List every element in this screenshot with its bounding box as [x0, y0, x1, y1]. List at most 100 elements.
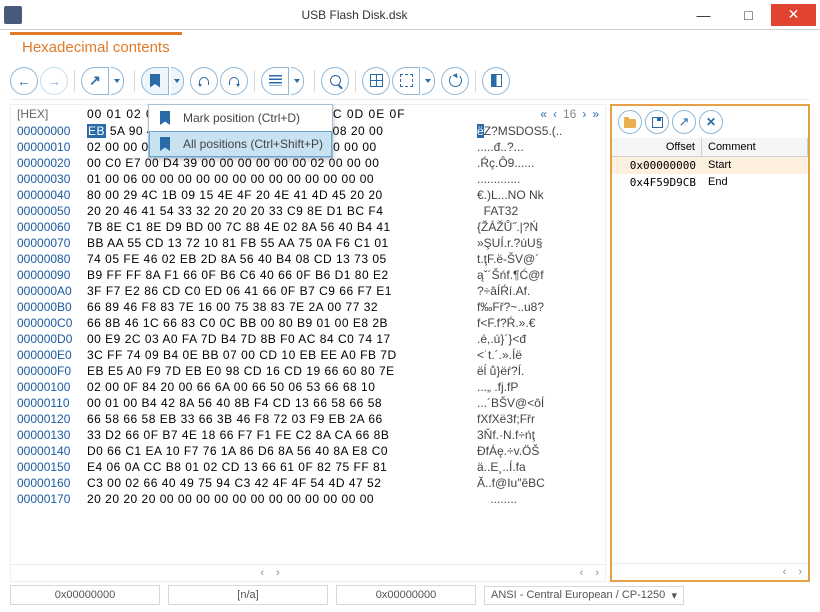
- hex-bytes[interactable]: E4 06 0A CC B8 01 02 CD 13 66 61 0F 82 7…: [87, 459, 469, 475]
- bookmark-row[interactable]: 0x4F59D9CBEnd: [612, 174, 808, 191]
- nav-forward-button[interactable]: →: [40, 67, 68, 95]
- hex-bytes[interactable]: 7B 8E C1 8E D9 BD 00 7C 88 4E 02 8A 56 4…: [87, 219, 469, 235]
- clear-bookmarks-button[interactable]: ✕: [699, 110, 723, 134]
- hex-row[interactable]: 000000C066 8B 46 1C 66 83 C0 0C BB 00 80…: [17, 315, 599, 331]
- search-button[interactable]: [321, 67, 349, 95]
- hex-ascii[interactable]: ...´BŠV@<ôÍ: [469, 395, 599, 411]
- next-mark-button[interactable]: [220, 67, 248, 95]
- view-button[interactable]: [392, 67, 420, 95]
- hex-row[interactable]: 0000017020 20 20 20 00 00 00 00 00 00 00…: [17, 491, 599, 507]
- export-bookmarks-button[interactable]: ↗: [672, 110, 696, 134]
- hex-row[interactable]: 00000150E4 06 0A CC B8 01 02 CD 13 66 61…: [17, 459, 599, 475]
- hex-ascii[interactable]: ........: [469, 491, 599, 507]
- hex-row[interactable]: 0000008074 05 FE 46 02 EB 2D 8A 56 40 B4…: [17, 251, 599, 267]
- page-first-button[interactable]: «: [540, 107, 547, 121]
- open-bookmarks-button[interactable]: [618, 110, 642, 134]
- bookmark-row[interactable]: 0x00000000Start: [612, 157, 808, 174]
- hex-ascii[interactable]: f‰Fř?~..u8?: [469, 299, 599, 315]
- hex-ascii[interactable]: ëZ?MSDOS5.(..: [469, 123, 599, 139]
- hex-bytes[interactable]: EB E5 A0 F9 7D EB E0 98 CD 16 CD 19 66 6…: [87, 363, 469, 379]
- hex-bytes[interactable]: BB AA 55 CD 13 72 10 81 FB 55 AA 75 0A F…: [87, 235, 469, 251]
- side-scroll[interactable]: ‹›: [612, 563, 808, 580]
- hex-ascii[interactable]: €.)L...NO Nk: [469, 187, 599, 203]
- hex-ascii[interactable]: t.ţF.ë-ŠV@´: [469, 251, 599, 267]
- hex-row[interactable]: 000000B066 89 46 F8 83 7E 16 00 75 38 83…: [17, 299, 599, 315]
- hex-ascii[interactable]: ąˇ´Šńf.¶Ć@f: [469, 267, 599, 283]
- minimize-button[interactable]: —: [681, 4, 726, 26]
- maximize-button[interactable]: □: [726, 4, 771, 26]
- grid-button[interactable]: [362, 67, 390, 95]
- hex-bytes[interactable]: 00 E9 2C 03 A0 FA 7D B4 7D 8B F0 AC 84 C…: [87, 331, 469, 347]
- toggle-panel-button[interactable]: [482, 67, 510, 95]
- hex-row[interactable]: 000000E03C FF 74 09 B4 0E BB 07 00 CD 10…: [17, 347, 599, 363]
- hex-body[interactable]: 00000000EB 5A 90 4D 53 44 4F 53 35 2E 30…: [11, 123, 605, 564]
- col-comment[interactable]: Comment: [702, 138, 808, 156]
- hscroll-right[interactable]: ‹›: [580, 567, 599, 579]
- save-bookmarks-button[interactable]: [645, 110, 669, 134]
- hex-ascii[interactable]: .............: [469, 171, 599, 187]
- goto-button[interactable]: ↗: [81, 67, 109, 95]
- tab-hex-contents[interactable]: Hexadecimal contents: [10, 32, 182, 62]
- hex-bytes[interactable]: 74 05 FE 46 02 EB 2D 8A 56 40 B4 08 CD 1…: [87, 251, 469, 267]
- hex-row[interactable]: 0000010002 00 0F 84 20 00 66 6A 00 66 50…: [17, 379, 599, 395]
- hex-ascii[interactable]: FAT32: [469, 203, 599, 219]
- hex-bytes[interactable]: 3C FF 74 09 B4 0E BB 07 00 CD 10 EB EE A…: [87, 347, 469, 363]
- hex-row[interactable]: 00000070BB AA 55 CD 13 72 10 81 FB 55 AA…: [17, 235, 599, 251]
- hex-bytes[interactable]: 01 00 06 00 00 00 00 00 00 00 00 00 00 0…: [87, 171, 469, 187]
- hex-row[interactable]: 000000F0EB E5 A0 F9 7D EB E0 98 CD 16 CD…: [17, 363, 599, 379]
- page-last-button[interactable]: »: [592, 107, 599, 121]
- refresh-button[interactable]: [441, 67, 469, 95]
- nav-back-button[interactable]: ←: [10, 67, 38, 95]
- encoding-combo[interactable]: ANSI - Central European / CP-1250 ▾: [484, 586, 684, 605]
- hex-bytes[interactable]: C3 00 02 66 40 49 75 94 C3 42 4F 4F 54 4…: [87, 475, 469, 491]
- hex-bytes[interactable]: B9 FF FF 8A F1 66 0F B6 C6 40 66 0F B6 D…: [87, 267, 469, 283]
- hex-row[interactable]: 0000005020 20 46 41 54 33 32 20 20 20 33…: [17, 203, 599, 219]
- goto-dropdown[interactable]: [111, 67, 124, 95]
- hex-ascii[interactable]: Ă..f@Iu″êBC: [469, 475, 599, 491]
- hex-ascii[interactable]: {ŽÁŽŮ˝.|?Ń: [469, 219, 599, 235]
- hex-row[interactable]: 0000003001 00 06 00 00 00 00 00 00 00 00…: [17, 171, 599, 187]
- hex-bytes[interactable]: 02 00 0F 84 20 00 66 6A 00 66 50 06 53 6…: [87, 379, 469, 395]
- hex-bytes[interactable]: 33 D2 66 0F B7 4E 18 66 F7 F1 FE C2 8A C…: [87, 427, 469, 443]
- hex-ascii[interactable]: .é,.ú}´}<đ: [469, 331, 599, 347]
- hex-ascii[interactable]: .....đ..?...: [469, 139, 599, 155]
- hex-ascii[interactable]: 3Ňf.·N.f÷ńţ: [469, 427, 599, 443]
- close-button[interactable]: ✕: [771, 4, 816, 26]
- col-offset[interactable]: Offset: [612, 138, 702, 156]
- hex-row[interactable]: 0000011000 01 00 B4 42 8A 56 40 8B F4 CD…: [17, 395, 599, 411]
- hex-ascii[interactable]: ...„ .fj.fP: [469, 379, 599, 395]
- hex-bytes[interactable]: 66 8B 46 1C 66 83 C0 0C BB 00 80 B9 01 0…: [87, 315, 469, 331]
- view-dropdown[interactable]: [422, 67, 435, 95]
- list-dropdown[interactable]: [291, 67, 304, 95]
- hex-bytes[interactable]: 20 20 20 20 00 00 00 00 00 00 00 00 00 0…: [87, 491, 469, 507]
- hex-row[interactable]: 0000013033 D2 66 0F B7 4E 18 66 F7 F1 FE…: [17, 427, 599, 443]
- list-button[interactable]: [261, 67, 289, 95]
- hscroll-left[interactable]: ‹›: [260, 567, 279, 579]
- bookmark-dropdown[interactable]: [171, 67, 184, 95]
- menu-mark-position[interactable]: Mark position (Ctrl+D): [149, 105, 332, 131]
- hex-bytes[interactable]: 66 89 46 F8 83 7E 16 00 75 38 83 7E 2A 0…: [87, 299, 469, 315]
- page-next-button[interactable]: ›: [582, 107, 586, 121]
- hex-ascii[interactable]: ?÷âÍŔí.Af.: [469, 283, 599, 299]
- hex-ascii[interactable]: fXfXë3f;Fřr: [469, 411, 599, 427]
- hex-ascii[interactable]: ĐfÁę.÷v.ÖŠ: [469, 443, 599, 459]
- hex-bytes[interactable]: 00 01 00 B4 42 8A 56 40 8B F4 CD 13 66 5…: [87, 395, 469, 411]
- hex-row[interactable]: 00000140D0 66 C1 EA 10 F7 76 1A 86 D6 8A…: [17, 443, 599, 459]
- hex-ascii[interactable]: ëĺ ů}ëŕ?Í.: [469, 363, 599, 379]
- hex-row[interactable]: 0000012066 58 66 58 EB 33 66 3B 46 F8 72…: [17, 411, 599, 427]
- page-prev-button[interactable]: ‹: [553, 107, 557, 121]
- hex-bytes[interactable]: 20 20 46 41 54 33 32 20 20 20 33 C9 8E D…: [87, 203, 469, 219]
- hex-ascii[interactable]: f<F.f?Ŕ.».€: [469, 315, 599, 331]
- hex-bytes[interactable]: 3F F7 E2 86 CD C0 ED 06 41 66 0F B7 C9 6…: [87, 283, 469, 299]
- hex-ascii[interactable]: .Ŕç.Ô9......: [469, 155, 599, 171]
- hex-row[interactable]: 0000004080 00 29 4C 1B 09 15 4E 4F 20 4E…: [17, 187, 599, 203]
- bookmark-button[interactable]: [141, 67, 169, 95]
- hex-bytes[interactable]: 66 58 66 58 EB 33 66 3B 46 F8 72 03 F9 E…: [87, 411, 469, 427]
- hex-ascii[interactable]: »ŞUÍ.r.?úU§: [469, 235, 599, 251]
- hex-row[interactable]: 00000090B9 FF FF 8A F1 66 0F B6 C6 40 66…: [17, 267, 599, 283]
- hex-row[interactable]: 00000160C3 00 02 66 40 49 75 94 C3 42 4F…: [17, 475, 599, 491]
- menu-all-positions[interactable]: All positions (Ctrl+Shift+P): [149, 131, 332, 157]
- hex-ascii[interactable]: ä..E¸..Í.fa: [469, 459, 599, 475]
- hex-row[interactable]: 000000D000 E9 2C 03 A0 FA 7D B4 7D 8B F0…: [17, 331, 599, 347]
- hex-bytes[interactable]: D0 66 C1 EA 10 F7 76 1A 86 D6 8A 56 40 8…: [87, 443, 469, 459]
